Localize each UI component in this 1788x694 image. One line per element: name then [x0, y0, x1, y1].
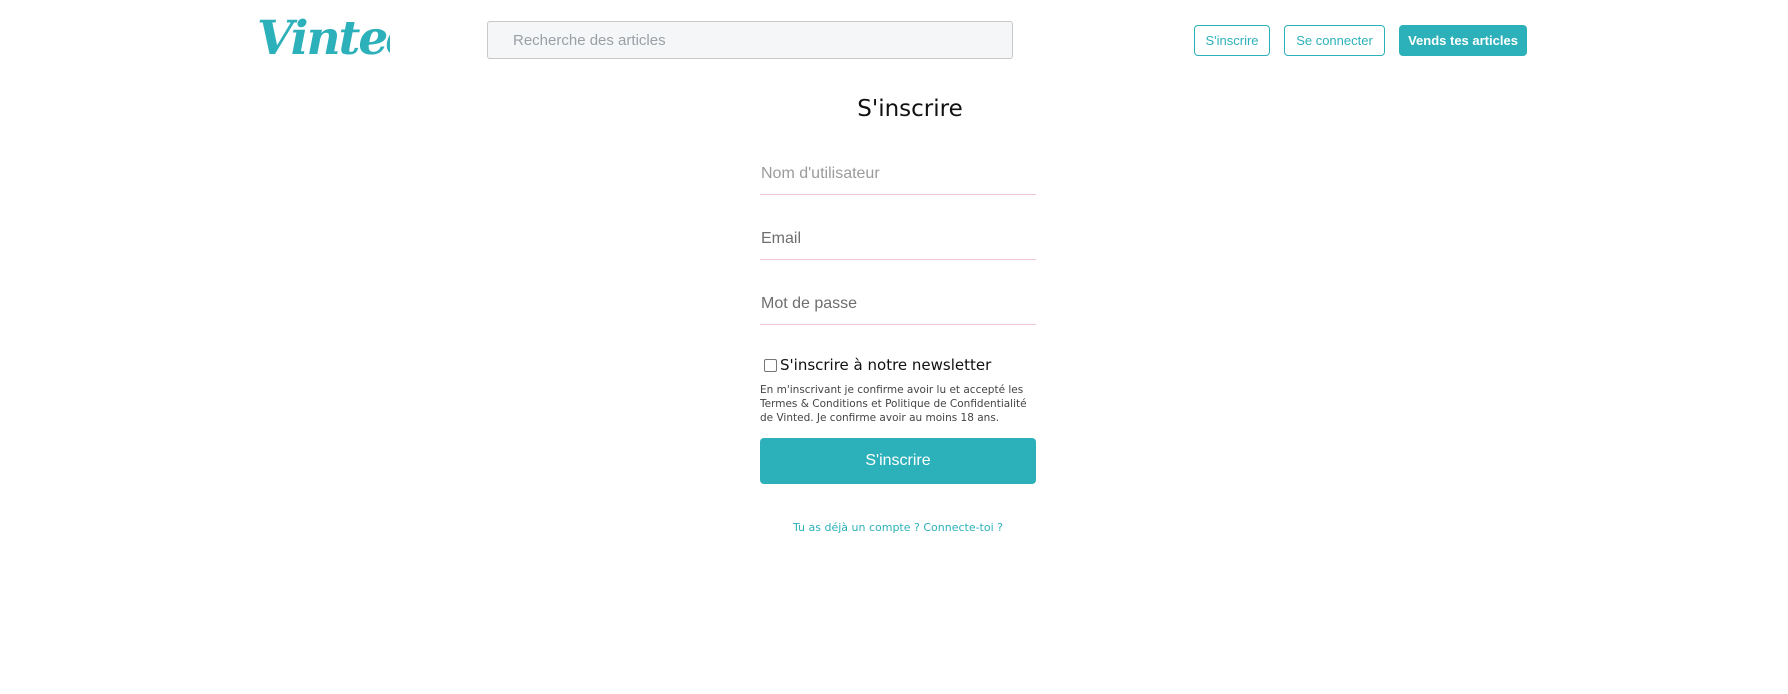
sell-items-button[interactable]: Vends tes articles: [1399, 25, 1527, 56]
password-input[interactable]: [760, 291, 1036, 317]
newsletter-checkbox[interactable]: [764, 358, 777, 372]
search-bar[interactable]: [487, 21, 1013, 59]
login-button[interactable]: Se connecter: [1284, 25, 1385, 56]
page-title: S'inscrire: [857, 96, 963, 122]
header: Vinted S'inscrire Se connecter Vends tes…: [0, 0, 1788, 80]
email-input[interactable]: [760, 226, 1036, 252]
email-field-wrapper: [760, 210, 1036, 260]
signup-form: S'inscrire S'inscrire à notre newsletter…: [760, 90, 1036, 534]
username-field-wrapper: [760, 148, 1036, 195]
signup-submit-button[interactable]: S'inscrire: [760, 438, 1036, 484]
newsletter-label[interactable]: S'inscrire à notre newsletter: [780, 356, 991, 374]
svg-text:Vinted: Vinted: [257, 11, 390, 66]
newsletter-option: S'inscrire à notre newsletter: [760, 355, 1036, 375]
username-input[interactable]: [760, 161, 1036, 187]
search-input[interactable]: [488, 22, 1012, 58]
vinted-logo[interactable]: Vinted: [255, 6, 390, 68]
password-field-wrapper: [760, 275, 1036, 325]
login-link[interactable]: Tu as déjà un compte ? Connecte-toi ?: [760, 521, 1036, 534]
signup-button[interactable]: S'inscrire: [1194, 25, 1270, 56]
legal-notice: En m'inscrivant je confirme avoir lu et …: [760, 384, 1027, 424]
